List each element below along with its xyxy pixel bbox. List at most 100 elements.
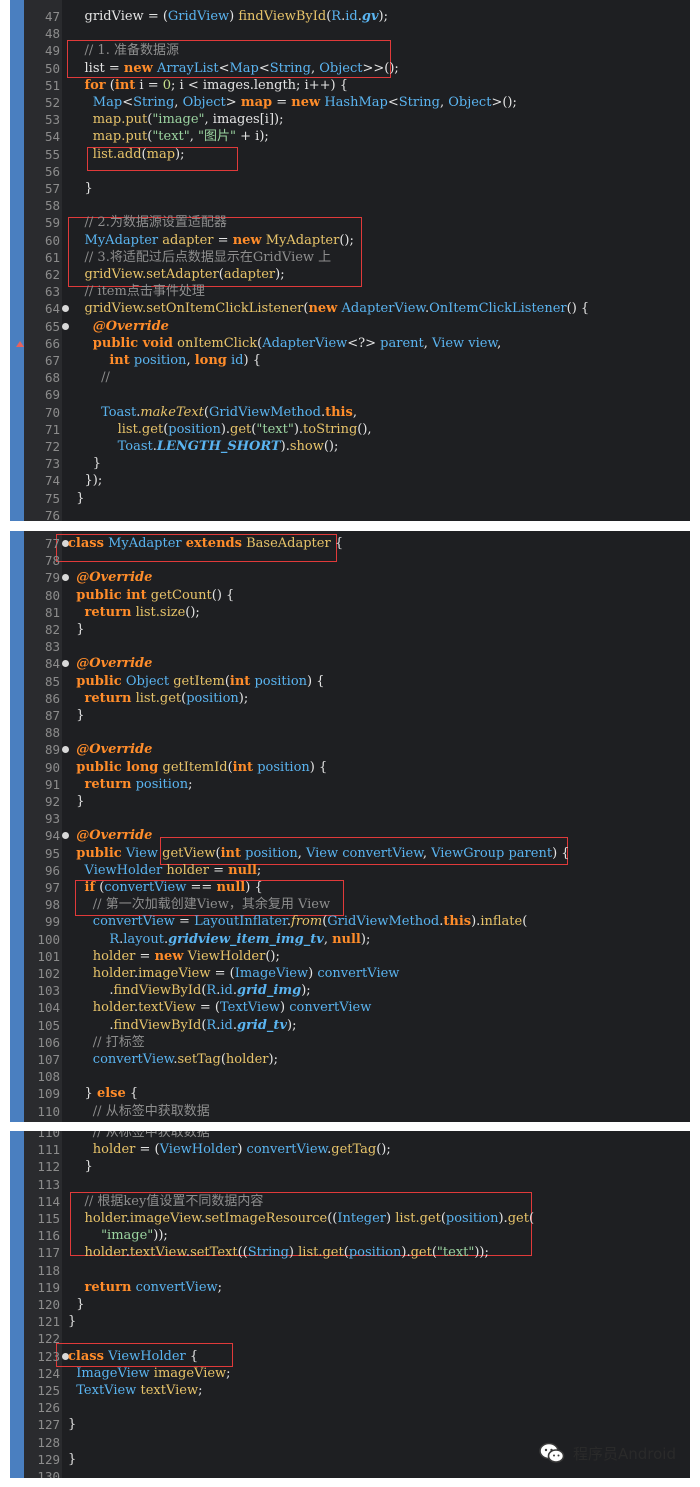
code-text: }: [68, 1314, 77, 1330]
code-line: 69: [10, 386, 690, 403]
code-text: gridView.setAdapter(adapter);: [84, 267, 285, 282]
code-line: 130: [10, 1468, 690, 1478]
line-number: 70: [44, 404, 60, 420]
line-number: 98: [44, 897, 60, 913]
code-text: map.put("text", "图片" + i);: [92, 129, 269, 145]
code-text: }: [68, 794, 85, 809]
code-panel-1: 47 gridView = (GridView) findViewById(R.…: [10, 0, 690, 521]
code-text: convertView = LayoutInflater.from(GridVi…: [92, 914, 528, 930]
code-line: 77 class MyAdapter extends BaseAdapter {: [10, 535, 690, 552]
line-number: 73: [44, 456, 60, 472]
code-line: 51 for (int i = 0; i < images.length; i+…: [10, 77, 690, 94]
code-text: holder.textView = (TextView) convertView: [92, 1000, 372, 1016]
code-line: 103 .findViewById(R.id.grid_img);: [10, 982, 690, 999]
code-line: 66 public void onItemClick(AdapterView<?…: [10, 335, 690, 352]
code-line: 47 gridView = (GridView) findViewById(R.…: [10, 8, 690, 25]
code-text: }: [68, 622, 85, 637]
line-number: 47: [44, 9, 60, 24]
code-text: return list.get(position);: [84, 690, 249, 706]
code-line: 96 ViewHolder holder = null;: [10, 862, 690, 879]
line-number: 76: [44, 507, 60, 521]
code-line: 124 ImageView imageView;: [10, 1365, 690, 1382]
line-number: 85: [44, 673, 60, 689]
code-line: 118: [10, 1262, 690, 1279]
code-text: gridView = (GridView) findViewById(R.id.…: [68, 9, 388, 24]
code-line: 56: [10, 163, 690, 180]
line-number: 86: [44, 690, 60, 706]
code-text: @Override: [76, 828, 153, 844]
line-number: 116: [37, 1228, 60, 1244]
code-line: 107 convertView.setTag(holder);: [10, 1051, 690, 1068]
code-text: holder.imageView = (ImageView) convertVi…: [92, 966, 400, 981]
line-number: 107: [37, 1052, 60, 1067]
line-number: 110: [37, 1131, 60, 1140]
code-line: 73 }: [10, 455, 690, 472]
line-number: 102: [37, 966, 60, 981]
line-number: 128: [37, 1434, 60, 1450]
code-line: 110 // 从标签中获取数据: [10, 1131, 690, 1141]
line-number: 68: [44, 370, 60, 386]
line-number: 56: [44, 163, 60, 179]
code-line: 105 .findViewById(R.id.grid_tv);: [10, 1017, 690, 1034]
code-text: public Object getItem(int position) {: [76, 673, 325, 689]
line-number: 77: [44, 536, 60, 551]
code-text: list.get(position).get("text").toString(…: [117, 421, 372, 437]
code-line: 100 R.layout.gridview_item_img_tv, null)…: [10, 931, 690, 948]
code-text: @Override: [76, 570, 153, 586]
line-number: 108: [37, 1069, 60, 1085]
line-number: 57: [44, 181, 60, 196]
code-line: 49 // 1. 准备数据源: [10, 42, 690, 59]
line-number: 61: [44, 249, 60, 265]
code-text: holder = new ViewHolder();: [92, 948, 280, 964]
line-number: 106: [37, 1034, 60, 1050]
line-number: 117: [37, 1245, 60, 1261]
code-line: 117 holder.textView.setText((String) lis…: [10, 1244, 690, 1261]
code-line: 111 holder = (ViewHolder) convertView.ge…: [10, 1141, 690, 1158]
line-number: 94: [44, 828, 60, 844]
code-line: 65 @Override: [10, 318, 690, 335]
line-number: 114: [37, 1193, 60, 1209]
code-text: return list.size();: [84, 604, 200, 620]
line-number: 111: [37, 1142, 60, 1158]
code-line: 80 public int getCount() {: [10, 587, 690, 604]
line-number: 105: [37, 1017, 60, 1033]
code-text: // 打标签: [92, 1034, 145, 1050]
code-line: 67 int position, long id) {: [10, 352, 690, 369]
line-number: 64: [44, 301, 60, 317]
line-number: 58: [44, 198, 60, 214]
line-number: 120: [37, 1297, 60, 1312]
code-text: Toast.LENGTH_SHORT).show();: [117, 439, 339, 454]
code-line: 127}: [10, 1416, 690, 1433]
line-number: 79: [44, 570, 60, 586]
code-line: 78: [10, 552, 690, 569]
code-text: TextView textView;: [76, 1383, 203, 1398]
code-text: ImageView imageView;: [76, 1365, 231, 1381]
code-line: 68 //: [10, 369, 690, 386]
line-number: 74: [44, 473, 60, 489]
code-text: }: [68, 456, 102, 472]
code-text: // 第一次加载创建View，其余复用 View: [92, 897, 331, 913]
line-number: 55: [44, 146, 60, 162]
line-number: 104: [37, 1000, 60, 1016]
line-number: 125: [37, 1383, 60, 1398]
code-text: // item点击事件处理: [84, 284, 205, 300]
code-text: gridView.setOnItemClickListener(new Adap…: [84, 301, 590, 317]
code-text: .findViewById(R.id.grid_img);: [68, 983, 311, 999]
code-line: 86 return list.get(position);: [10, 690, 690, 707]
line-number: 62: [44, 267, 60, 282]
code-text: return position;: [84, 776, 193, 792]
line-number: 67: [44, 353, 60, 368]
line-number: 89: [44, 742, 60, 758]
code-line: 99 convertView = LayoutInflater.from(Gri…: [10, 913, 690, 930]
line-number: 126: [37, 1400, 60, 1416]
code-text: holder = (ViewHolder) convertView.getTag…: [92, 1142, 391, 1158]
line-number: 80: [44, 587, 60, 603]
line-number: 100: [37, 931, 60, 947]
code-text: convertView.setTag(holder);: [92, 1052, 278, 1067]
code-line: 72 Toast.LENGTH_SHORT).show();: [10, 438, 690, 455]
code-line: 102 holder.imageView = (ImageView) conve…: [10, 965, 690, 982]
line-number: 81: [44, 604, 60, 620]
code-line: 55 list.add(map);: [10, 146, 690, 163]
code-line: 92 }: [10, 793, 690, 810]
watermark-text: 程序员Android: [573, 1444, 676, 1463]
